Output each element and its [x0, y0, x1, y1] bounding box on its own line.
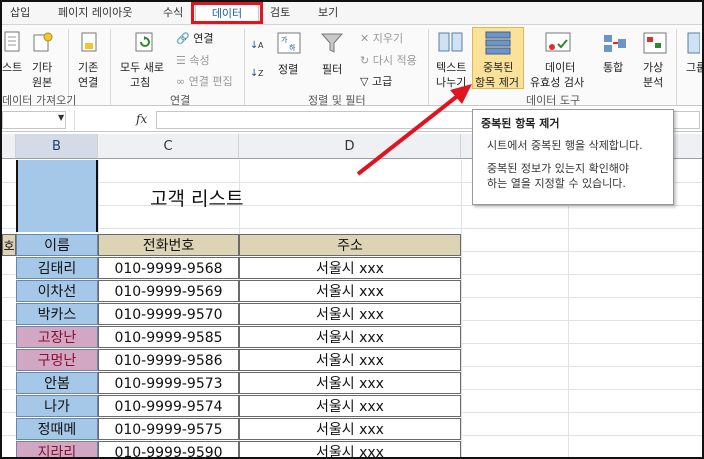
- red-arrow-annotation: [356, 84, 472, 176]
- excel-window: 삽입 페이지 레이아웃 수식 데이터 검토 보기 스트 기타 원본 기존 연결 …: [0, 0, 704, 459]
